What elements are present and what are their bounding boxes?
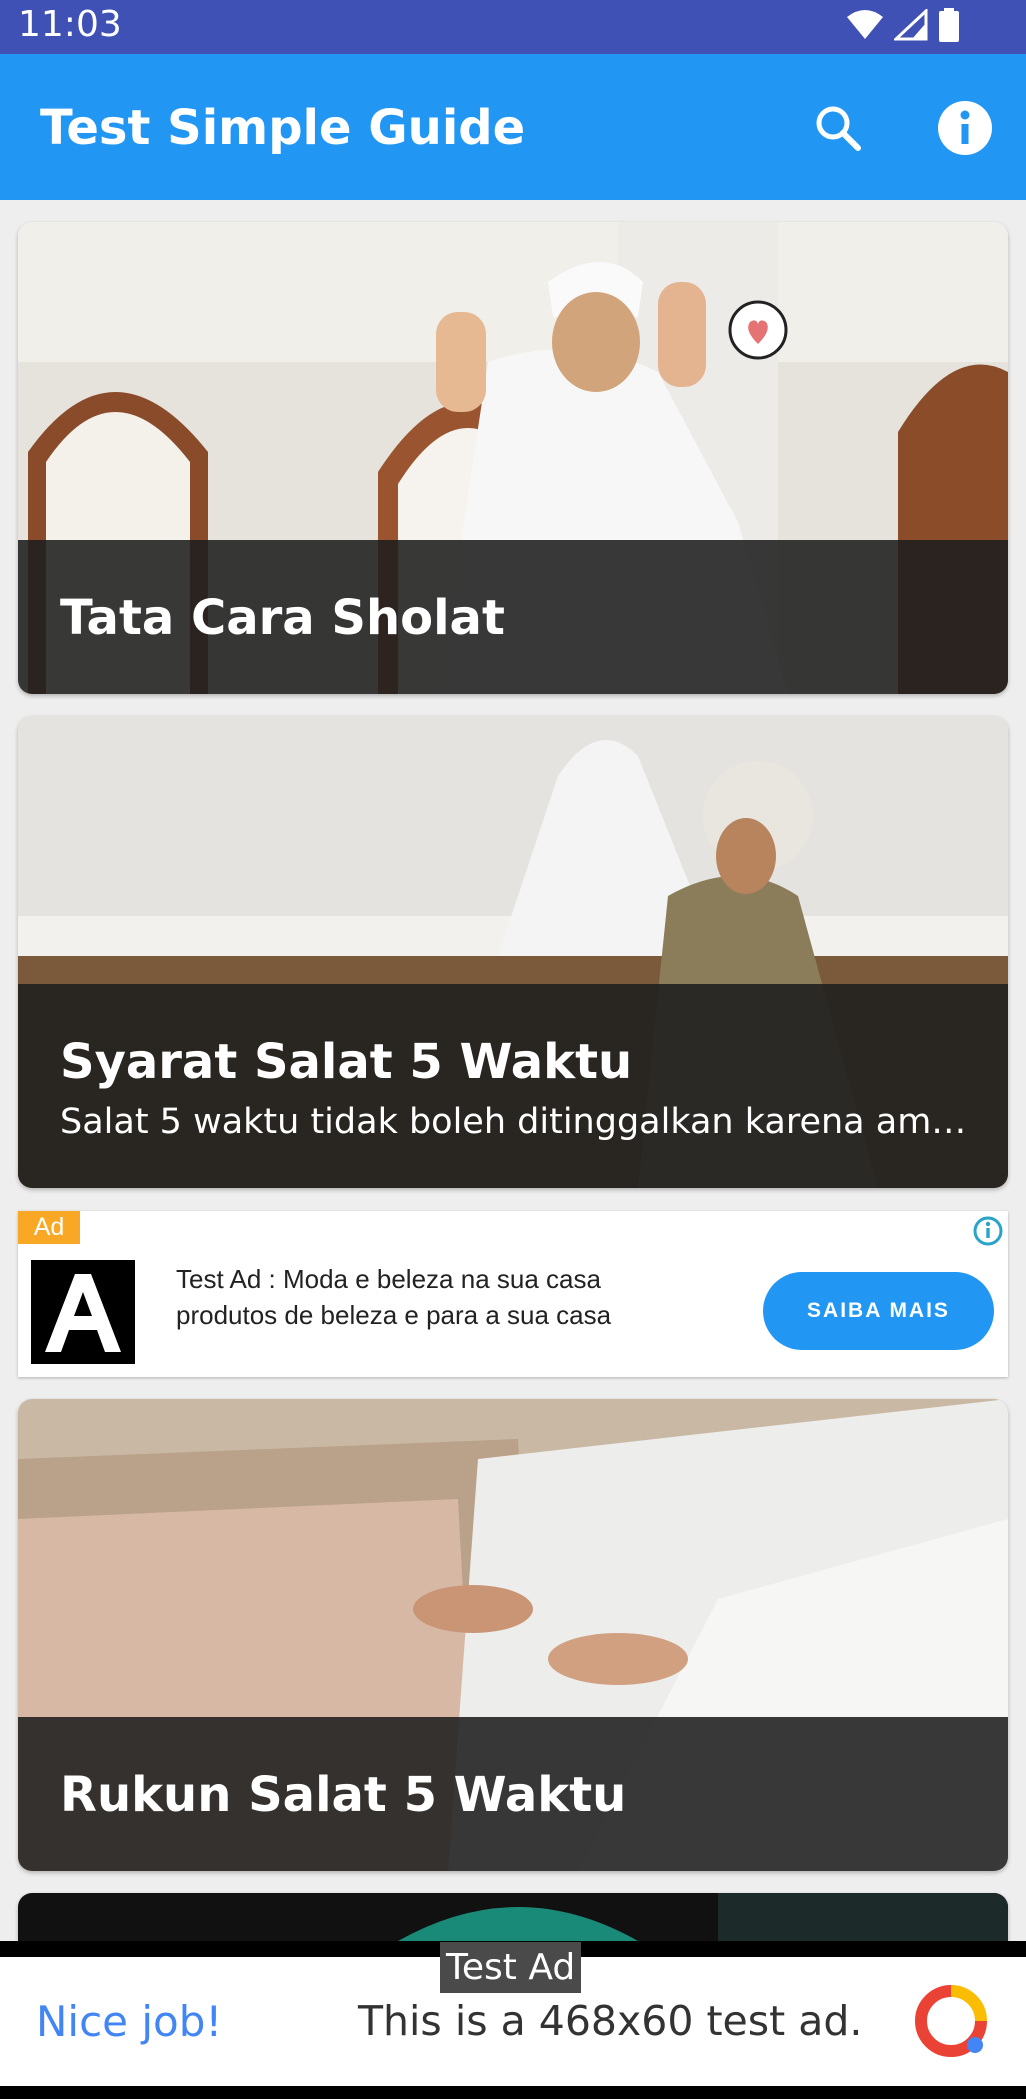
card-title: Syarat Salat 5 Waktu (60, 1034, 633, 1090)
battery-icon (939, 8, 959, 42)
card-title: Tata Cara Sholat (60, 590, 505, 646)
advertiser-logo (31, 1260, 135, 1364)
ad-network-logo-icon (915, 1985, 987, 2057)
banner-bottom-strip (0, 2086, 1026, 2099)
ad-info-icon[interactable] (972, 1215, 1004, 1247)
app-title: Test Simple Guide (40, 100, 526, 156)
card-subtitle: Salat 5 waktu tidak boleh ditinggalkan k… (60, 1102, 968, 1142)
app-bar: Test Simple Guide (0, 54, 1026, 200)
card-caption: Syarat Salat 5 Waktu Salat 5 waktu tidak… (18, 984, 1008, 1188)
banner-text: This is a 468x60 test ad. (358, 1997, 863, 2045)
card-caption: Rukun Salat 5 Waktu (18, 1717, 1008, 1871)
saiba-mais-button[interactable]: SAIBA MAIS (763, 1272, 994, 1350)
card-partial[interactable] (18, 1893, 1008, 1941)
status-time: 11:03 (18, 4, 122, 45)
wifi-icon (847, 10, 883, 39)
card-caption: Tata Cara Sholat (18, 540, 1008, 694)
info-button[interactable] (935, 98, 995, 158)
cellular-signal-icon (894, 9, 928, 41)
search-button[interactable] (808, 98, 868, 158)
card-tata-cara-sholat[interactable]: Tata Cara Sholat (18, 222, 1008, 694)
card-rukun-salat[interactable]: Rukun Salat 5 Waktu (18, 1399, 1008, 1871)
info-icon (938, 101, 992, 155)
status-icons (846, 8, 960, 42)
banner-test-ad-label: Test Ad (440, 1942, 582, 1993)
ad-text: Test Ad : Moda e beleza na sua casa prod… (176, 1264, 612, 1330)
ad-badge: Ad (18, 1211, 80, 1244)
banner-nice-text: Nice job! (36, 1997, 223, 2046)
native-ad[interactable]: Ad Test Ad : Moda e beleza na sua casa p… (18, 1211, 1008, 1377)
status-bar: 11:03 (0, 0, 1026, 54)
card-syarat-salat[interactable]: Syarat Salat 5 Waktu Salat 5 waktu tidak… (18, 716, 1008, 1188)
search-icon (816, 106, 861, 151)
card-image (18, 1893, 1008, 1941)
card-title: Rukun Salat 5 Waktu (60, 1767, 627, 1823)
